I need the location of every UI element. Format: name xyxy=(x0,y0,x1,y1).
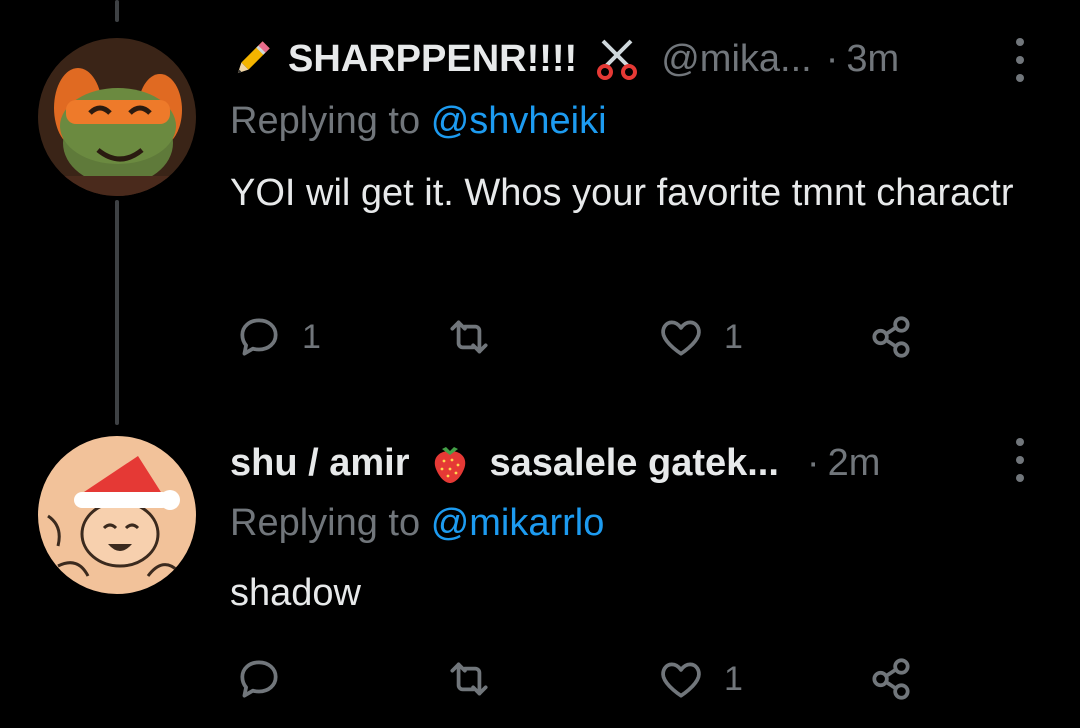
display-name[interactable]: shu / amir xyxy=(230,442,410,485)
tweet-header: SHARPPENR!!!! @mika... · 3m xyxy=(230,34,1020,84)
replying-to-label: Replying to xyxy=(230,100,421,142)
reply-button[interactable] xyxy=(234,654,302,704)
pencil-icon xyxy=(230,37,274,81)
retweet-button[interactable] xyxy=(444,312,494,362)
separator-dot: · xyxy=(825,37,839,80)
avatar[interactable] xyxy=(38,436,196,594)
more-options-button[interactable] xyxy=(1012,438,1028,482)
scissors-icon xyxy=(595,37,639,81)
tweet-header: shu / amir sasalele gatek... · 2m xyxy=(230,438,1020,488)
tweet-2[interactable]: shu / amir sasalele gatek... · 2m Replyi… xyxy=(0,400,1080,728)
share-button[interactable] xyxy=(866,654,916,704)
avatar[interactable] xyxy=(38,38,196,196)
like-count: 1 xyxy=(724,659,743,698)
more-dot-icon xyxy=(1016,438,1024,446)
share-button[interactable] xyxy=(866,312,916,362)
more-dot-icon xyxy=(1016,474,1024,482)
retweet-button[interactable] xyxy=(444,654,494,704)
mention-link[interactable]: @shvheiki xyxy=(431,100,607,142)
replying-to-label: Replying to xyxy=(230,502,421,544)
timestamp[interactable]: 3m xyxy=(846,38,899,81)
share-icon xyxy=(872,658,910,700)
retweet-icon xyxy=(450,662,488,696)
replying-to: Replying to @shvheiki xyxy=(230,100,607,143)
reply-button[interactable]: 1 xyxy=(234,312,321,362)
like-count: 1 xyxy=(724,317,743,356)
tweet-text: YOI wil get it. Whos your favorite tmnt … xyxy=(230,172,1014,214)
display-name[interactable]: SHARPPENR!!!! xyxy=(288,38,577,81)
avatar-image xyxy=(38,436,196,594)
heart-icon xyxy=(661,662,701,698)
mention-link[interactable]: @mikarrlo xyxy=(431,502,605,544)
more-options-button[interactable] xyxy=(1012,38,1028,82)
reply-count: 1 xyxy=(302,317,321,356)
avatar-image xyxy=(38,38,196,196)
tweet-text: shadow xyxy=(230,572,361,614)
like-button[interactable]: 1 xyxy=(656,654,743,704)
more-dot-icon xyxy=(1016,38,1024,46)
share-icon xyxy=(872,316,910,358)
reply-icon xyxy=(240,660,278,698)
strawberry-icon xyxy=(428,441,472,485)
reply-icon xyxy=(240,318,278,356)
more-dot-icon xyxy=(1016,456,1024,464)
more-dot-icon xyxy=(1016,74,1024,82)
display-name-suffix[interactable]: sasalele gatek... xyxy=(490,442,779,485)
replying-to: Replying to @mikarrlo xyxy=(230,502,604,545)
retweet-icon xyxy=(450,320,488,354)
more-dot-icon xyxy=(1016,56,1024,64)
timestamp[interactable]: 2m xyxy=(828,442,881,485)
like-button[interactable]: 1 xyxy=(656,312,743,362)
separator-dot: · xyxy=(806,441,820,484)
tweet-1[interactable]: SHARPPENR!!!! @mika... · 3m Replying to … xyxy=(0,0,1080,400)
heart-icon xyxy=(661,320,701,356)
user-handle[interactable]: @mika... xyxy=(661,38,811,81)
